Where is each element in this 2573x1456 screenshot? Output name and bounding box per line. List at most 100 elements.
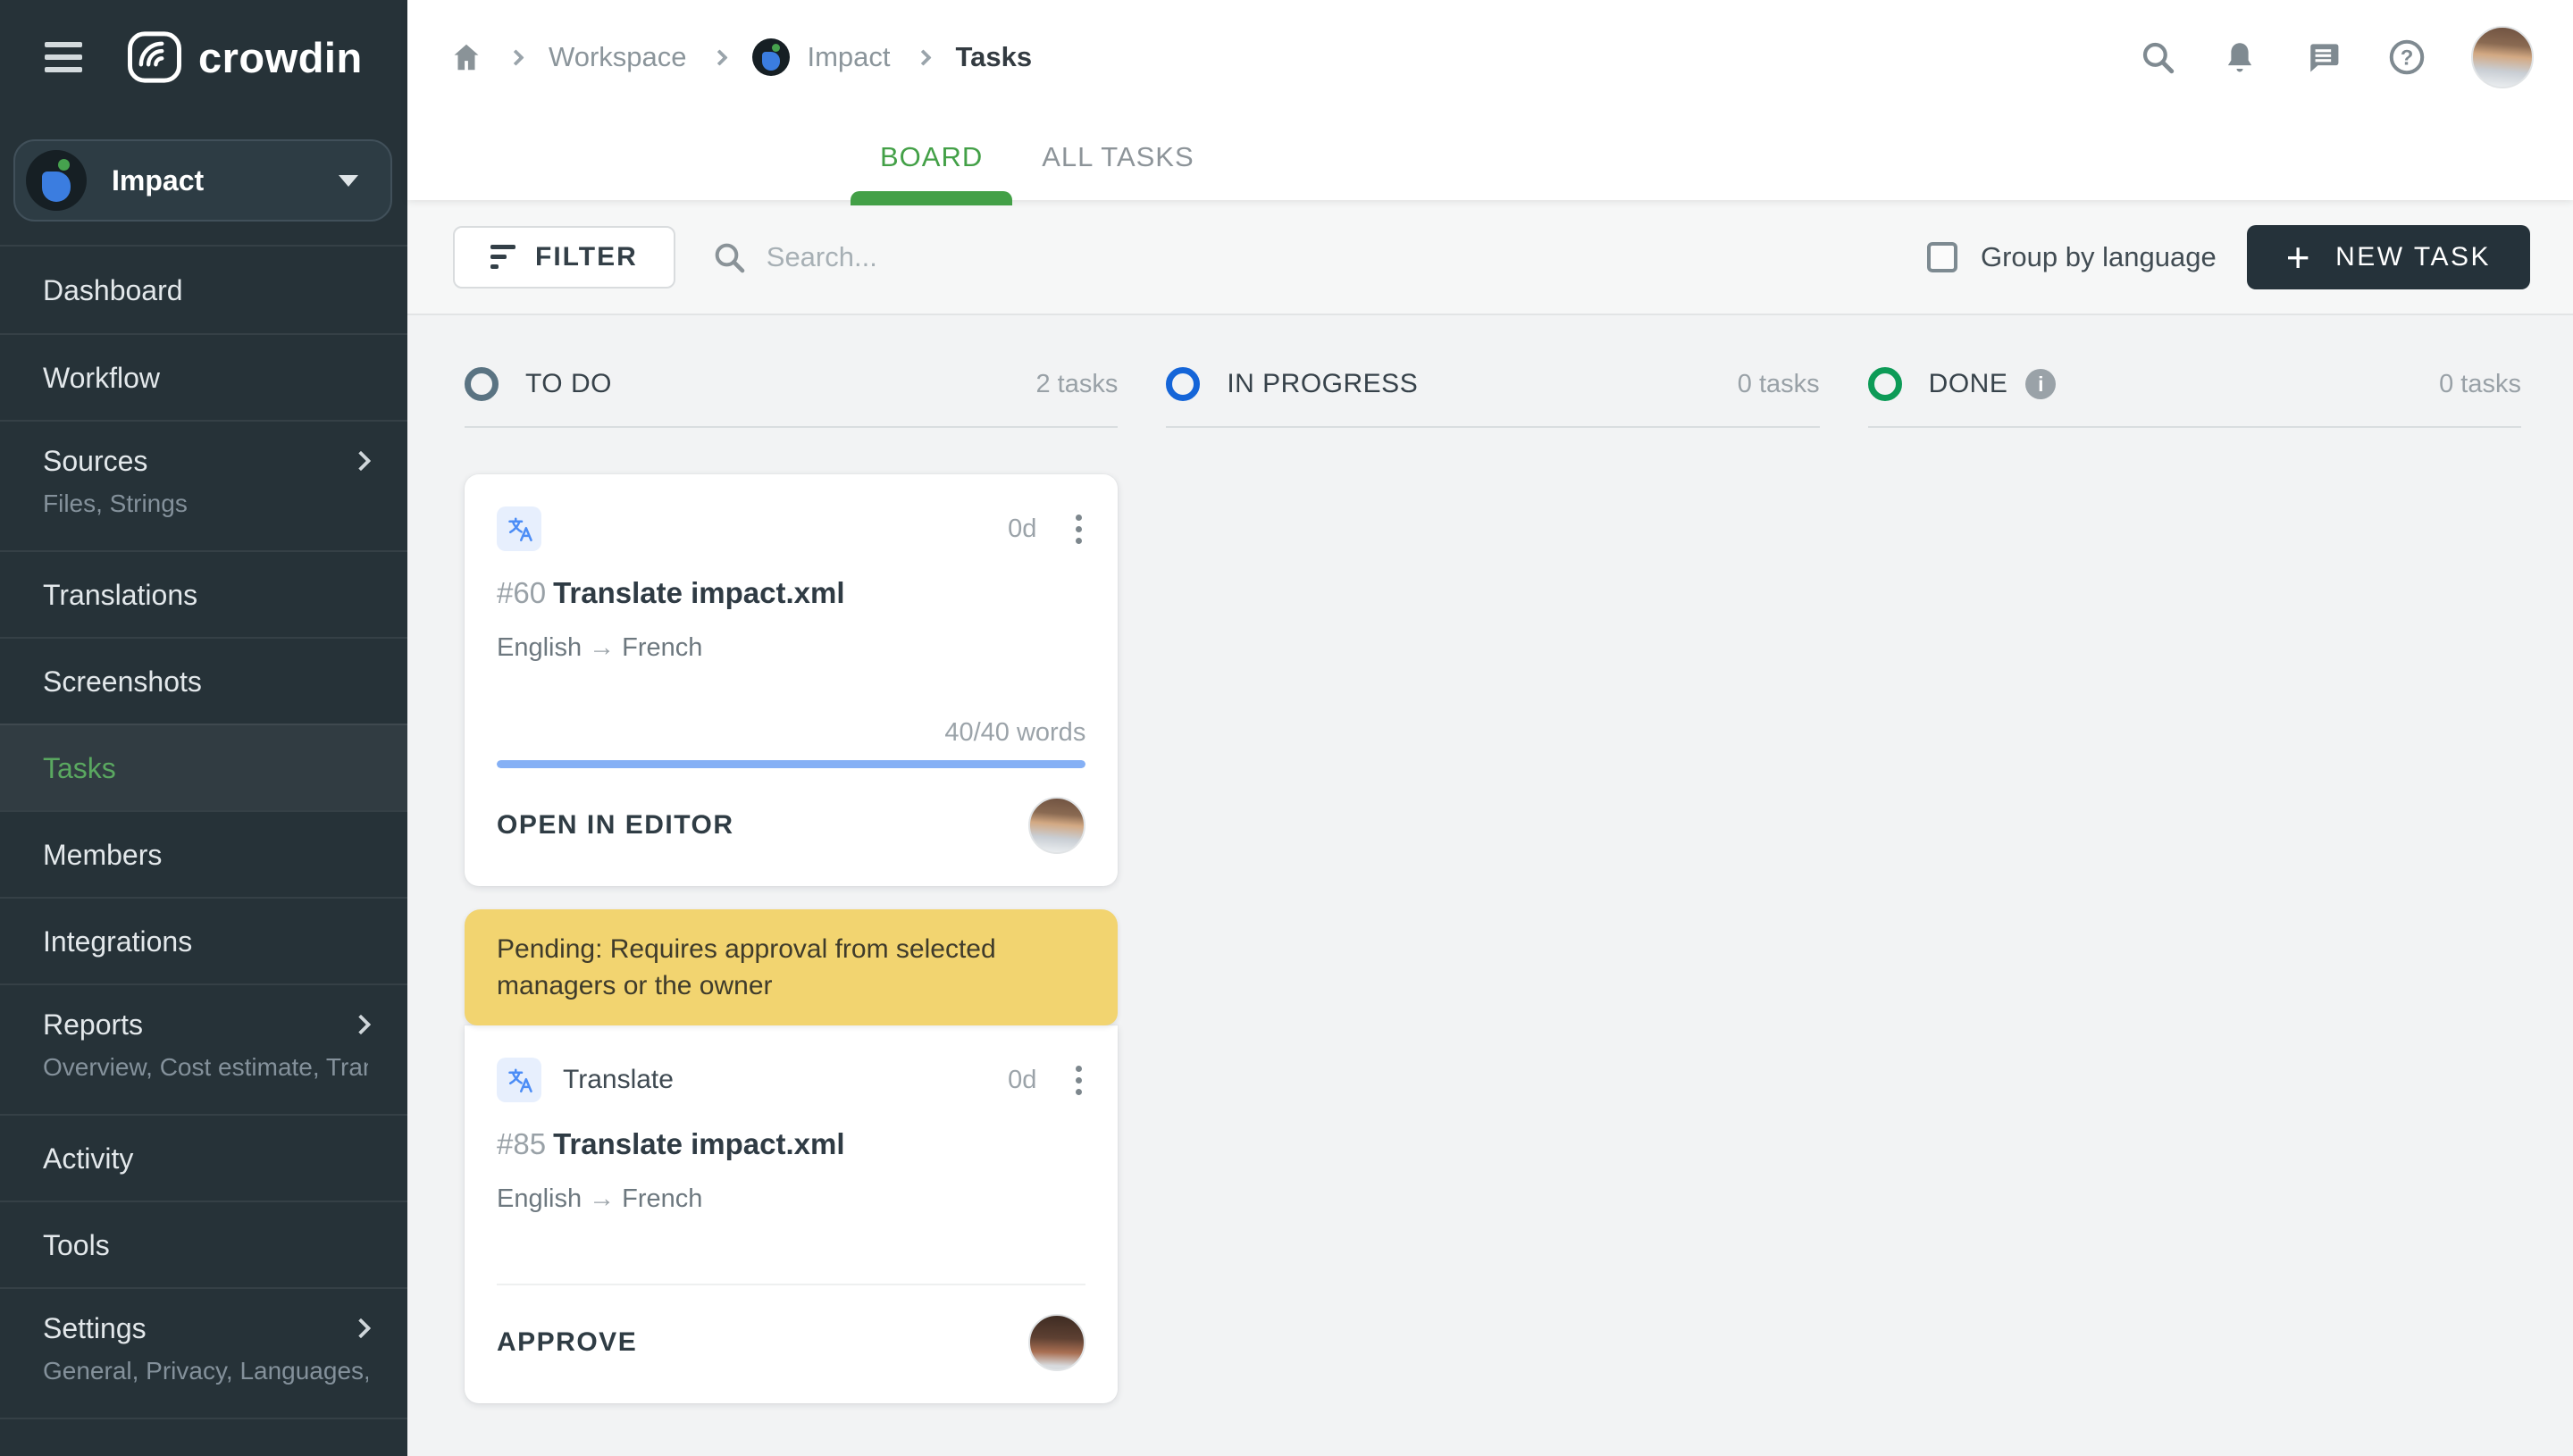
progress-fill	[497, 760, 1086, 768]
sidebar-header: crowdin	[0, 0, 407, 114]
tabs: BOARD ALL TASKS	[407, 114, 2573, 205]
breadcrumb-project[interactable]: Impact	[808, 41, 891, 73]
card-title: #85 Translate impact.xml	[497, 1127, 845, 1160]
sidebar-item-translations[interactable]: Translations	[0, 550, 407, 637]
sidebar-item-integrations[interactable]: Integrations	[0, 897, 407, 983]
card-menu-kebab-icon[interactable]	[1072, 1062, 1085, 1099]
sidebar-item-settings[interactable]: Settings General, Privacy, Languages, Q…	[0, 1287, 407, 1418]
tab-board[interactable]: BOARD	[851, 114, 1013, 205]
translate-task-icon	[497, 1058, 541, 1102]
search-input[interactable]	[766, 240, 1267, 273]
sidebar-item-screenshots[interactable]: Screenshots	[0, 637, 407, 724]
arrow-right-icon: →	[589, 633, 616, 662]
chevron-right-icon	[350, 450, 372, 472]
todo-status-circle-icon	[465, 367, 499, 401]
approve-button[interactable]: APPROVE	[497, 1327, 637, 1358]
filter-button[interactable]: FILTER	[453, 225, 675, 289]
pending-approval-banner: Pending: Requires approval from selected…	[465, 909, 1119, 1025]
card-menu-kebab-icon[interactable]	[1072, 511, 1085, 548]
sidebar-item-activity[interactable]: Activity	[0, 1114, 407, 1201]
breadcrumb-separator-icon	[914, 48, 932, 66]
info-icon[interactable]: i	[2025, 369, 2057, 399]
sidebar-item-tasks[interactable]: Tasks	[0, 724, 407, 810]
group-by-language-checkbox[interactable]	[1927, 241, 1957, 272]
assignee-avatar	[1028, 1314, 1086, 1371]
column-todo-header: TO DO 2 tasks	[465, 367, 1119, 428]
breadcrumb: Workspace Impact Tasks	[449, 38, 1032, 76]
breadcrumb-workspace[interactable]: Workspace	[549, 41, 687, 73]
app-root: crowdin Impact Dashboard Workflow Source…	[0, 0, 2573, 1456]
translate-task-icon	[497, 506, 541, 551]
duration-badge: 0d	[1008, 1065, 1037, 1094]
crowdin-logo[interactable]: crowdin	[125, 28, 363, 87]
card-head: 0d	[497, 506, 1085, 551]
progress-bar	[497, 760, 1086, 768]
tab-all-tasks[interactable]: ALL TASKS	[1012, 114, 1223, 200]
language-pair: English → French	[497, 1184, 703, 1213]
card-head: Translate 0d	[497, 1058, 1085, 1102]
breadcrumb-current-tasks[interactable]: Tasks	[956, 41, 1033, 73]
messages-chat-icon[interactable]	[2303, 38, 2343, 77]
toolbar-right: Group by language + NEW TASK	[1927, 224, 2530, 289]
in-progress-status-circle-icon	[1166, 367, 1201, 401]
main-area: Workspace Impact Tasks ? BOARD ALL TASKS…	[407, 0, 2573, 1456]
home-icon[interactable]	[449, 40, 483, 74]
task-card-60[interactable]: 0d #60 Translate impact.xml English → Frenc…	[465, 474, 1119, 886]
header: Workspace Impact Tasks ? BOARD ALL TASKS	[407, 0, 2573, 205]
sidebar-item-dashboard[interactable]: Dashboard	[0, 247, 407, 333]
sidebar-item-reports[interactable]: Reports Overview, Cost estimate, Transl…	[0, 983, 407, 1114]
breadcrumb-separator-icon	[710, 48, 728, 66]
column-todo: TO DO 2 tasks 0d #60 Translate impact.xm…	[465, 315, 1119, 1403]
filter-icon	[490, 245, 515, 269]
user-avatar[interactable]	[2471, 26, 2534, 88]
svg-text:?: ?	[2401, 46, 2414, 70]
topbar: Workspace Impact Tasks ?	[407, 0, 2573, 114]
card-title: #60 Translate impact.xml	[497, 576, 845, 609]
chevron-right-icon	[350, 1318, 372, 1339]
task-card-85[interactable]: Translate 0d #85 Translate impact.xml Eng…	[465, 1025, 1119, 1403]
sidebar-item-sources[interactable]: Sources Files, Strings	[0, 420, 407, 550]
card-footer: APPROVE	[497, 1314, 1086, 1371]
column-done-header: DONE i 0 tasks	[1867, 367, 2521, 428]
task-card-85-group: Pending: Requires approval from selected…	[465, 909, 1119, 1403]
search-box	[711, 239, 1267, 275]
column-in-progress: IN PROGRESS 0 tasks	[1166, 315, 1820, 1403]
search-icon[interactable]	[2139, 38, 2176, 76]
group-by-language-label[interactable]: Group by language	[1981, 241, 2217, 273]
column-count: 0 tasks	[2439, 369, 2521, 398]
notifications-bell-icon[interactable]	[2221, 38, 2259, 76]
hamburger-menu-icon[interactable]	[45, 42, 82, 72]
project-name: Impact	[112, 163, 205, 197]
sidebar-item-members[interactable]: Members	[0, 810, 407, 897]
column-done: DONE i 0 tasks	[1867, 315, 2521, 1403]
project-selector[interactable]: Impact	[13, 139, 392, 222]
sidebar-item-tools[interactable]: Tools	[0, 1201, 407, 1287]
assignee-avatar	[1028, 797, 1086, 854]
sidebar: crowdin Impact Dashboard Workflow Source…	[0, 0, 407, 1456]
search-icon	[715, 243, 745, 272]
new-task-button[interactable]: + NEW TASK	[2246, 224, 2530, 289]
done-status-circle-icon	[1867, 367, 1902, 401]
breadcrumb-separator-icon	[507, 48, 524, 66]
help-icon[interactable]: ?	[2387, 38, 2426, 77]
card-divider	[497, 1284, 1086, 1285]
chevron-right-icon	[350, 1014, 372, 1035]
project-avatar	[26, 150, 87, 211]
duration-badge: 0d	[1008, 514, 1037, 543]
column-count: 0 tasks	[1737, 369, 1820, 398]
sidebar-item-workflow[interactable]: Workflow	[0, 333, 407, 420]
task-board: TO DO 2 tasks 0d #60 Translate impact.xm…	[407, 315, 2573, 1456]
logo-text: crowdin	[198, 33, 363, 81]
open-in-editor-button[interactable]: OPEN IN EDITOR	[497, 810, 733, 841]
topbar-icons: ?	[2139, 26, 2534, 88]
sidebar-nav: Dashboard Workflow Sources Files, String…	[0, 245, 407, 1419]
caret-down-icon	[339, 174, 358, 187]
arrow-right-icon: →	[589, 1184, 616, 1213]
language-pair: English → French	[497, 633, 703, 662]
crowdin-logo-icon	[128, 31, 181, 83]
column-count: 2 tasks	[1035, 369, 1119, 398]
word-count: 40/40 words	[944, 718, 1086, 747]
column-in-progress-header: IN PROGRESS 0 tasks	[1166, 367, 1820, 428]
breadcrumb-project-avatar	[751, 38, 790, 76]
task-type-label: Translate	[563, 1065, 674, 1094]
